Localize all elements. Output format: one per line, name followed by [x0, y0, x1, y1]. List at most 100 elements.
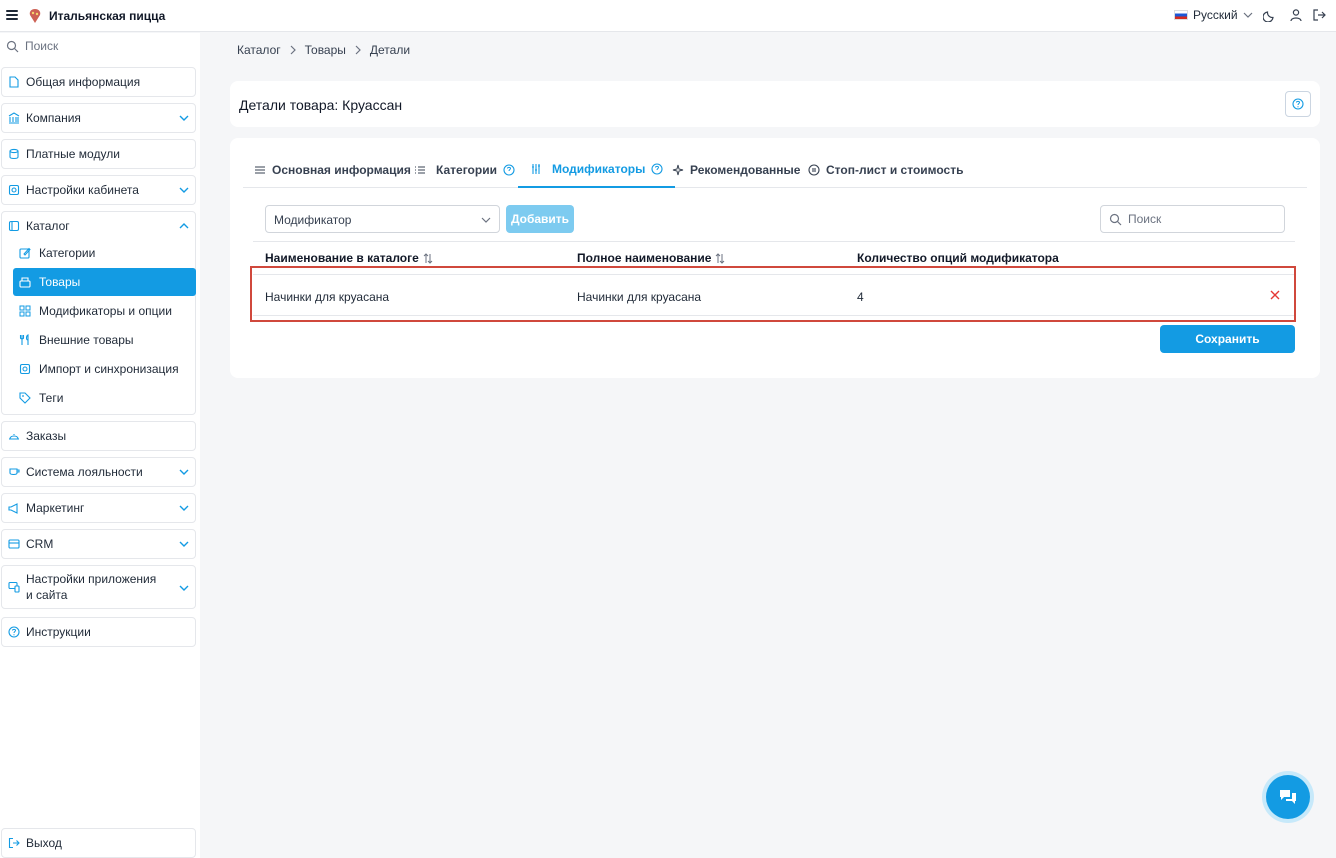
sidebar-item-loyalty[interactable]: Система лояльности	[1, 457, 196, 487]
card-icon	[8, 539, 20, 549]
logo-icon	[29, 9, 41, 23]
cell-full-name: Начинки для круасана	[577, 290, 702, 304]
sidebar-subitem-label: Импорт и синхронизация	[39, 362, 179, 376]
tag-icon	[19, 392, 31, 404]
breadcrumb-item: Детали	[369, 43, 411, 57]
sidebar-item-company[interactable]: Компания	[1, 103, 196, 133]
tab-label: Основная информация	[272, 163, 411, 177]
modifier-select[interactable]: Модификатор	[265, 205, 500, 233]
add-button[interactable]: Добавить	[506, 205, 574, 233]
chevron-down-icon	[179, 541, 189, 547]
sidebar-catalog-group: Каталог Категории Товары Модификаторы и …	[1, 211, 196, 415]
sidebar-search[interactable]: Поиск	[6, 39, 58, 53]
chevron-down-icon	[481, 217, 491, 223]
sidebar-item-paid-modules[interactable]: Платные модули	[1, 139, 196, 169]
tab-modifiers[interactable]: Модификаторы	[518, 152, 676, 188]
breadcrumb: Каталог Товары Детали	[237, 43, 410, 57]
search-input[interactable]: Поиск	[1100, 205, 1285, 233]
sparkle-icon	[672, 164, 684, 176]
flag-icon	[1174, 10, 1188, 20]
chevron-down-icon	[1243, 12, 1252, 18]
search-placeholder: Поиск	[1128, 212, 1162, 226]
chat-button[interactable]	[1266, 775, 1310, 819]
sliders-icon	[532, 164, 540, 174]
grid-icon	[19, 305, 31, 317]
settings-icon	[8, 184, 20, 196]
tab-label: Стоп-лист и стоимость	[826, 163, 964, 177]
sidebar-item-label: Настройки кабинета	[26, 183, 139, 197]
sidebar: Поиск Общая информация Компания Платные …	[0, 33, 200, 858]
tab-recommended[interactable]: Рекомендованные	[672, 152, 800, 188]
table-header: Наименование в каталоге Полное наименова…	[253, 241, 1295, 267]
logout-icon[interactable]	[1312, 8, 1326, 22]
sidebar-item-marketing[interactable]: Маркетинг	[1, 493, 196, 523]
catalog-icon	[8, 220, 20, 232]
sidebar-item-label: Настройки приложения и сайта	[26, 572, 157, 602]
user-icon[interactable]	[1289, 8, 1303, 22]
column-full-name[interactable]: Полное наименование	[577, 251, 725, 265]
main-card: Основная информация Категории Модификато…	[230, 138, 1320, 378]
column-catalog-name[interactable]: Наименование в каталоге	[265, 251, 433, 265]
sidebar-subitem-label: Теги	[39, 391, 64, 405]
column-label: Полное наименование	[577, 251, 712, 265]
bank-icon	[8, 112, 20, 124]
search-icon	[1109, 213, 1122, 225]
cutlery-icon	[19, 334, 29, 345]
chat-icon	[1280, 790, 1296, 804]
page-title: Детали товара: Круассан	[239, 97, 403, 113]
help-circle-icon[interactable]	[503, 164, 515, 176]
tab-stoplist[interactable]: Стоп-лист и стоимость	[808, 152, 963, 188]
breadcrumb-item[interactable]: Каталог	[237, 43, 281, 57]
sidebar-subitem-categories[interactable]: Категории	[13, 239, 196, 267]
save-button[interactable]: Сохранить	[1160, 325, 1295, 353]
sidebar-item-label: Компания	[26, 111, 81, 125]
chevron-up-icon[interactable]	[179, 221, 189, 231]
tab-categories[interactable]: Категории	[414, 152, 515, 188]
products-icon	[19, 277, 31, 288]
sidebar-item-label: Заказы	[26, 429, 67, 443]
sidebar-item-cabinet-settings[interactable]: Настройки кабинета	[1, 175, 196, 205]
sidebar-subitem-label: Товары	[39, 275, 81, 289]
chevron-right-icon	[355, 45, 361, 55]
edit-icon	[19, 247, 31, 259]
sidebar-item-label: Каталог	[26, 219, 70, 233]
search-icon	[6, 40, 19, 52]
language-label: Русский	[1193, 8, 1238, 22]
chevron-down-icon	[179, 469, 189, 475]
delete-icon[interactable]	[1270, 290, 1280, 300]
sidebar-item-logout[interactable]: Выход	[1, 828, 196, 858]
cell-options-count: 4	[857, 290, 864, 304]
modifier-select-value: Модификатор	[274, 213, 352, 227]
sidebar-item-instructions[interactable]: Инструкции	[1, 617, 196, 647]
sidebar-subitem-products[interactable]: Товары	[13, 268, 196, 296]
sidebar-subitem-tags[interactable]: Теги	[13, 384, 196, 412]
sidebar-item-app-settings[interactable]: Настройки приложения и сайта	[1, 565, 196, 609]
sidebar-subitem-modifiers[interactable]: Модификаторы и опции	[13, 297, 196, 325]
sync-icon	[19, 363, 31, 375]
menu-icon[interactable]	[6, 10, 18, 20]
tabs: Основная информация Категории Модификато…	[243, 152, 1307, 188]
moon-icon[interactable]	[1263, 8, 1277, 22]
sidebar-item-label: Система лояльности	[26, 465, 143, 479]
sidebar-item-catalog[interactable]: Каталог	[8, 219, 70, 233]
sidebar-item-general[interactable]: Общая информация	[1, 67, 196, 97]
sidebar-subitem-external-products[interactable]: Внешние товары	[13, 326, 196, 354]
document-icon	[9, 76, 19, 88]
chevron-down-icon	[179, 187, 189, 193]
chevron-right-icon	[290, 45, 296, 55]
sort-icon	[423, 252, 433, 264]
sidebar-item-label: Маркетинг	[26, 501, 85, 515]
column-label: Наименование в каталоге	[265, 251, 419, 265]
language-selector[interactable]: Русский	[1174, 8, 1253, 22]
sidebar-item-label: Общая информация	[26, 75, 141, 89]
help-circle-icon[interactable]	[651, 163, 663, 175]
column-label: Количество опций модификатора	[857, 251, 1059, 265]
tab-label: Категории	[436, 163, 497, 177]
tab-general[interactable]: Основная информация	[254, 152, 411, 188]
sidebar-item-crm[interactable]: CRM	[1, 529, 196, 559]
sidebar-subitem-import-sync[interactable]: Импорт и синхронизация	[13, 355, 196, 383]
breadcrumb-item[interactable]: Товары	[305, 43, 346, 57]
sidebar-item-orders[interactable]: Заказы	[1, 421, 196, 451]
logout-icon	[8, 837, 20, 849]
help-button[interactable]	[1285, 91, 1311, 117]
